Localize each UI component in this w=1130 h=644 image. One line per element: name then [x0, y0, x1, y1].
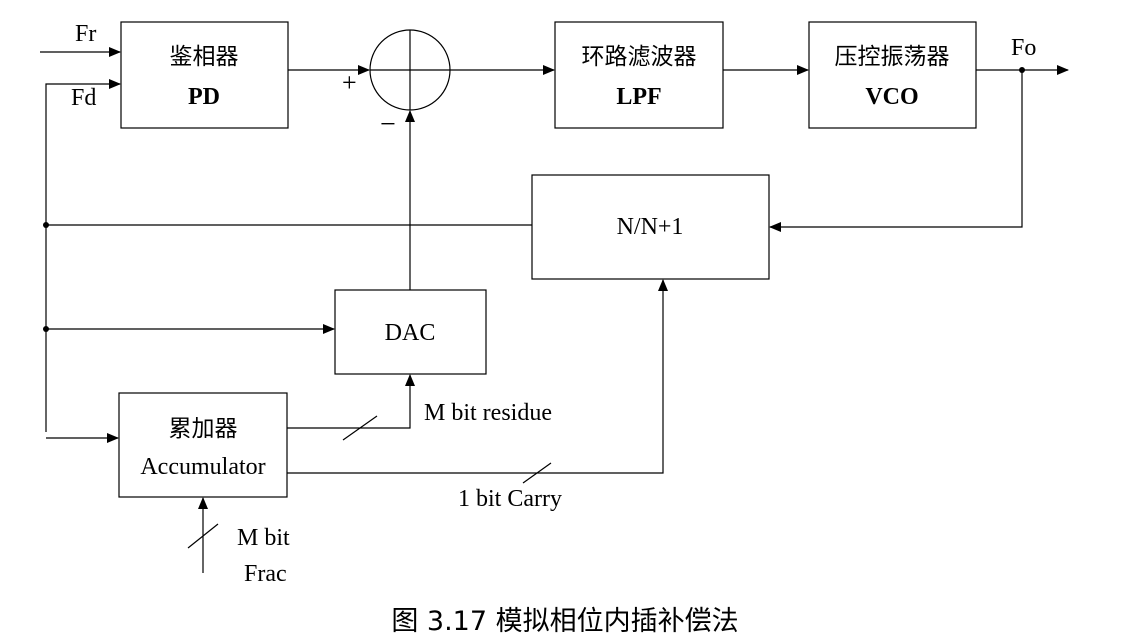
pd-block-en-label: PD	[188, 84, 220, 110]
lpf-block-box	[554, 21, 724, 129]
lpf-block-cn-label: 环路滤波器	[582, 44, 697, 70]
one-bit-carry-label: 1 bit Carry	[458, 486, 562, 512]
accumulator-block-cn-label: 累加器	[169, 416, 238, 442]
m-bit-label: M bit	[237, 525, 290, 551]
accumulator-block-box	[118, 392, 288, 498]
dac-block-label: DAC	[385, 320, 436, 346]
accumulator-block: 累加器 Accumulator	[118, 392, 288, 498]
fo-label: Fo	[1011, 35, 1036, 61]
accumulator-block-en-label: Accumulator	[140, 454, 265, 480]
residue-to-dac-arrow	[287, 374, 415, 429]
fd-label: Fd	[71, 85, 96, 111]
divider-block: N/N+1	[531, 174, 770, 280]
vco-block-box	[808, 21, 977, 129]
divider-block-label: N/N+1	[617, 214, 684, 240]
vco-block-cn-label: 压控振荡器	[835, 44, 950, 70]
phase-interpolation-compensation-diagram: 鉴相器 PD 环路滤波器 LPF 压控振荡器 VCO N/N+1 DAC 累加器…	[0, 0, 1130, 644]
dac-block: DAC	[334, 289, 487, 375]
figure-caption: 图 3.17 模拟相位内插补偿法	[391, 606, 738, 637]
lpf-block-en-label: LPF	[616, 84, 661, 110]
pd-block: 鉴相器 PD	[120, 21, 289, 129]
minus-sign: −	[380, 109, 396, 140]
diagram-canvas: 鉴相器 PD 环路滤波器 LPF 压控振荡器 VCO N/N+1 DAC 累加器…	[40, 21, 1069, 637]
plus-sign: +	[342, 68, 357, 97]
pd-block-cn-label: 鉴相器	[170, 44, 239, 70]
divider-feedback-junction-dot	[43, 222, 49, 228]
pd-block-box	[120, 21, 289, 129]
fr-label: Fr	[75, 21, 96, 47]
frac-label: Frac	[244, 561, 287, 587]
lpf-block: 环路滤波器 LPF	[554, 21, 724, 129]
m-bit-residue-label: M bit residue	[424, 400, 552, 426]
vco-block-en-label: VCO	[865, 84, 918, 110]
summing-junction	[369, 29, 451, 111]
dac-feedback-junction-dot	[43, 326, 49, 332]
fd-feedback-arrow	[45, 79, 121, 432]
vco-block: 压控振荡器 VCO	[808, 21, 977, 129]
